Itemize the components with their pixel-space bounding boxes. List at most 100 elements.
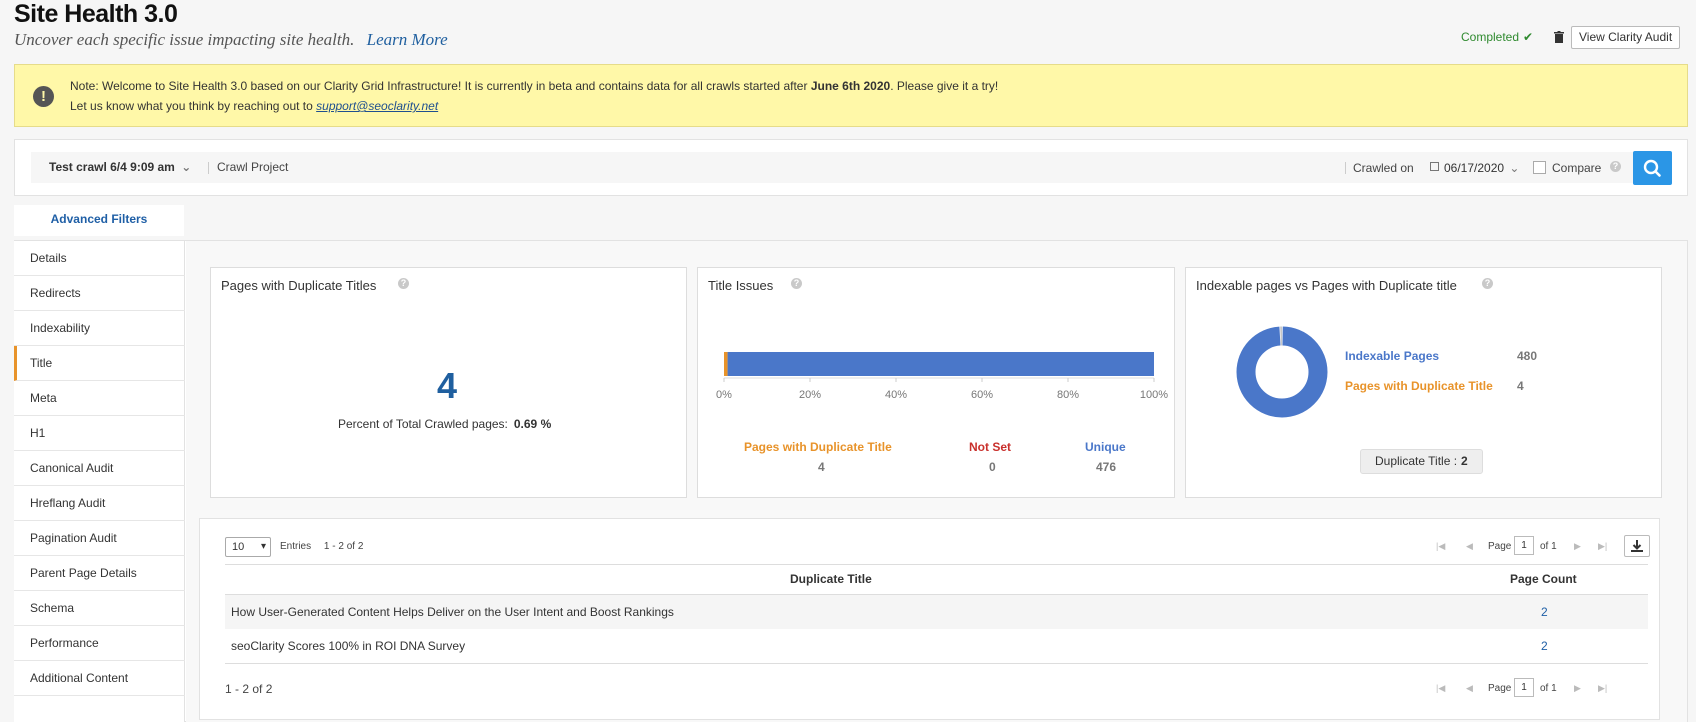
search-button[interactable]: [1633, 151, 1672, 185]
divider: [1345, 162, 1346, 174]
sidebar-item-meta[interactable]: Meta: [14, 381, 185, 416]
crawl-selector[interactable]: Test crawl 6/4 9:09 am ⌄: [49, 160, 191, 174]
prev-page-icon[interactable]: ◀: [1466, 541, 1473, 552]
page-title: Site Health 3.0: [14, 0, 178, 28]
page-size-select[interactable]: 10 ▾: [225, 537, 271, 557]
row-page-count[interactable]: 2: [1541, 605, 1548, 619]
sidebar-item-performance[interactable]: Performance: [14, 626, 185, 661]
bar-segment-1[interactable]: [724, 352, 728, 376]
banner-line-1: Note: Welcome to Site Health 3.0 based o…: [70, 79, 999, 93]
crawled-on-label: Crawled on: [1353, 161, 1414, 175]
bar-chart-marks: 0% 20% 40% 60% 80% 100%: [716, 352, 1168, 401]
footer-range: 1 - 2 of 2: [225, 682, 273, 696]
sidebar-item-schema[interactable]: Schema: [14, 591, 185, 626]
sidebar-item-details[interactable]: Details: [14, 241, 185, 276]
compare-checkbox[interactable]: [1533, 161, 1546, 174]
sidebar-item-pagination-audit[interactable]: Pagination Audit: [14, 521, 185, 556]
advanced-filters-tab[interactable]: Advanced Filters: [14, 205, 184, 236]
support-email-link[interactable]: support@seoclarity.net: [316, 99, 438, 113]
sidebar: Details Redirects Indexability Title Met…: [14, 241, 185, 722]
donut-marks: [1236, 326, 1328, 418]
banner-line-2: Let us know what you think by reaching o…: [70, 99, 439, 113]
sidebar-item-parent-page-details[interactable]: Parent Page Details: [14, 556, 185, 591]
row-title: How User-Generated Content Helps Deliver…: [231, 605, 674, 619]
legend-value-unique: 476: [1096, 460, 1117, 474]
page-label: Page: [1488, 541, 1512, 552]
title-issues-chart: 0% 20% 40% 60% 80% 100%: [716, 352, 1168, 401]
card-title: Pages with Duplicate Titles: [221, 278, 377, 293]
card-title: Indexable pages vs Pages with Duplicate …: [1196, 278, 1457, 293]
legend-value-not-set: 0: [989, 460, 996, 474]
last-page-icon[interactable]: ▶|: [1598, 683, 1607, 694]
sidebar-item-h1[interactable]: H1: [14, 416, 185, 451]
duplicate-title-pill[interactable]: Duplicate Title :2: [1360, 449, 1483, 474]
page-subtitle: Uncover each specific issue impacting si…: [14, 30, 448, 50]
duplicate-count: 4: [437, 365, 458, 406]
sidebar-item-canonical-audit[interactable]: Canonical Audit: [14, 451, 185, 486]
search-icon: [1643, 159, 1661, 177]
row-title: seoClarity Scores 100% in ROI DNA Survey: [231, 639, 466, 653]
row-page-count[interactable]: 2: [1541, 639, 1548, 653]
crawl-project-label: Crawl Project: [217, 160, 289, 174]
x-tick-label: 20%: [799, 389, 821, 401]
first-page-icon[interactable]: |◀: [1436, 541, 1445, 552]
help-icon[interactable]: ?: [1610, 161, 1621, 172]
page-input[interactable]: 1: [1514, 678, 1534, 697]
help-icon[interactable]: ?: [1482, 278, 1493, 289]
donut-slice-1[interactable]: [1236, 326, 1328, 418]
percent-value: 0.69 %: [513, 417, 552, 431]
exclamation-icon: !: [33, 86, 54, 107]
chevron-down-icon: ⌄: [181, 160, 192, 174]
sidebar-item-title[interactable]: Title: [14, 346, 185, 381]
learn-more-link[interactable]: Learn More: [367, 30, 448, 49]
trash-icon[interactable]: [1554, 31, 1564, 43]
x-tick-label: 40%: [885, 389, 907, 401]
of-pages-label: of 1: [1540, 683, 1557, 694]
note-banner: ! Note: Welcome to Site Health 3.0 based…: [14, 64, 1688, 127]
sidebar-item-redirects[interactable]: Redirects: [14, 276, 185, 311]
date-selector[interactable]: 06/17/2020 ⌄: [1444, 161, 1519, 175]
status-text: Completed: [1461, 30, 1520, 44]
x-tick-label: 0%: [716, 389, 732, 401]
calendar-icon: [1430, 162, 1439, 171]
help-icon[interactable]: ?: [398, 278, 409, 289]
legend-label-indexable: Indexable Pages: [1345, 349, 1440, 363]
sidebar-item-indexability[interactable]: Indexability: [14, 311, 185, 346]
banner-date: June 6th 2020: [810, 79, 891, 93]
check-icon: ✔: [1523, 30, 1534, 44]
next-page-icon[interactable]: ▶: [1574, 683, 1581, 694]
column-header-page-count[interactable]: Page Count: [1510, 572, 1577, 586]
legend-label-not-set: Not Set: [969, 440, 1011, 454]
legend-label-unique: Unique: [1085, 440, 1126, 454]
download-icon: [1631, 540, 1643, 552]
last-page-icon[interactable]: ▶|: [1598, 541, 1607, 552]
chevron-down-icon: ▾: [260, 541, 266, 552]
divider: [208, 162, 209, 174]
prev-page-icon[interactable]: ◀: [1466, 683, 1473, 694]
entries-label: Entries 1 - 2 of 2: [280, 541, 364, 552]
first-page-icon[interactable]: |◀: [1436, 683, 1445, 694]
sidebar-item-additional-content[interactable]: Additional Content: [14, 661, 185, 696]
card-title: Title Issues: [708, 278, 774, 293]
legend-label-duplicate-title: Pages with Duplicate Title: [1345, 379, 1493, 393]
chevron-down-icon: ⌄: [1509, 161, 1520, 175]
help-icon[interactable]: ?: [791, 278, 802, 289]
status-badge: Completed ✔: [1461, 30, 1533, 44]
page-label: Page: [1488, 683, 1512, 694]
compare-label: Compare: [1552, 161, 1602, 175]
percent-crawled: Percent of Total Crawled pages: 0.69 %: [338, 417, 552, 431]
indexable-donut-chart: [1236, 326, 1328, 418]
view-clarity-audit-button[interactable]: View Clarity Audit: [1571, 26, 1681, 49]
legend-value-indexable: 480: [1517, 349, 1538, 363]
next-page-icon[interactable]: ▶: [1574, 541, 1581, 552]
bar-segment-3[interactable]: [727, 352, 1154, 376]
page-input[interactable]: 1: [1514, 536, 1534, 555]
sidebar-item-hreflang-audit[interactable]: Hreflang Audit: [14, 486, 185, 521]
legend-value-duplicate: 4: [818, 460, 825, 474]
legend-value-duplicate-title: 4: [1517, 379, 1524, 393]
download-button[interactable]: [1624, 535, 1650, 557]
legend-label-duplicate: Pages with Duplicate Title: [744, 440, 892, 454]
column-header-duplicate-title[interactable]: Duplicate Title: [790, 572, 872, 586]
table-row[interactable]: How User-Generated Content Helps Deliver…: [225, 595, 1648, 629]
table-row[interactable]: seoClarity Scores 100% in ROI DNA Survey…: [225, 629, 1648, 663]
